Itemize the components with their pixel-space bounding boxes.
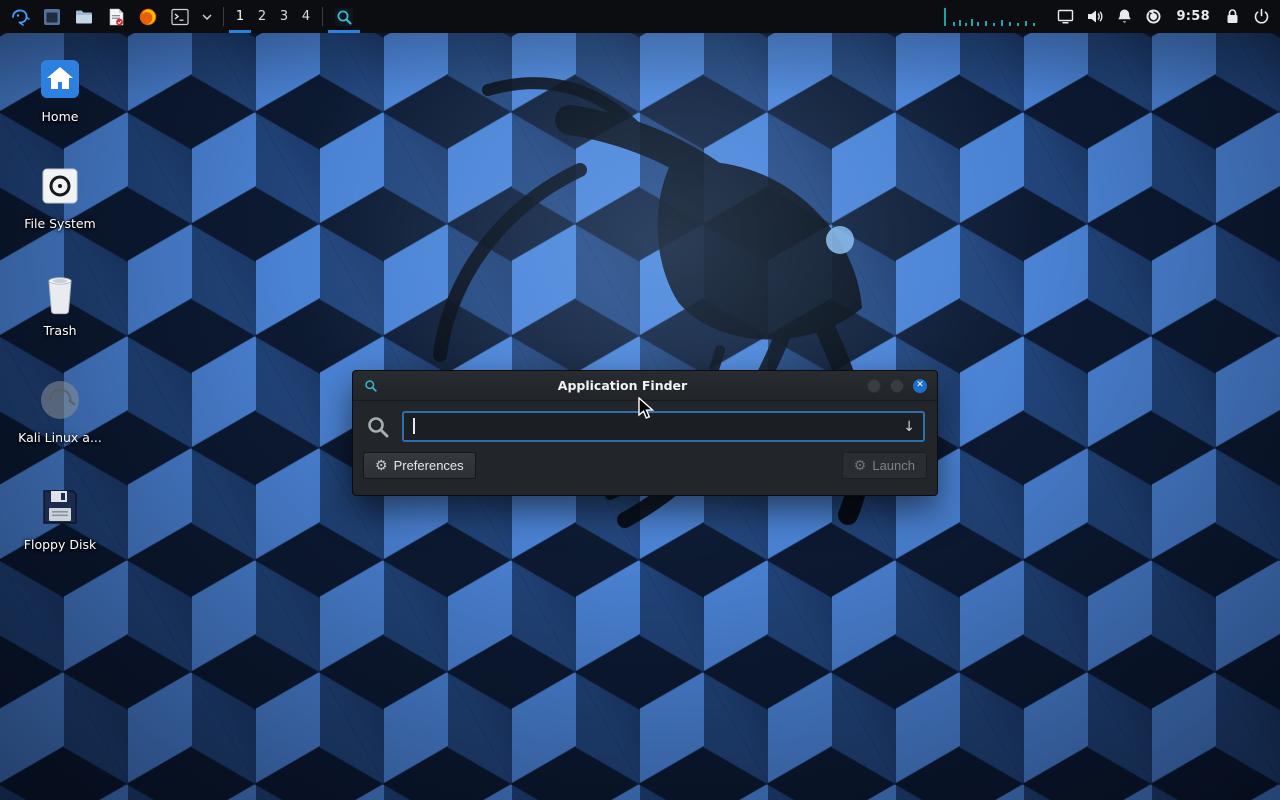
speaker-icon bbox=[1086, 8, 1104, 25]
desktop-icon-label: Kali Linux a... bbox=[4, 430, 116, 445]
desktop-icon-home[interactable]: Home bbox=[4, 55, 116, 124]
workspace-3[interactable]: 3 bbox=[273, 0, 295, 33]
desktop-icon-trash[interactable]: Trash bbox=[4, 269, 116, 338]
kali-logo-icon bbox=[10, 7, 30, 27]
drive-icon bbox=[39, 165, 81, 207]
update-refresh-icon bbox=[1145, 8, 1162, 25]
close-button[interactable]: ✕ bbox=[913, 379, 927, 393]
search-icon bbox=[334, 7, 354, 27]
launcher-file-manager[interactable] bbox=[68, 0, 100, 33]
window-title: Application Finder bbox=[378, 378, 867, 393]
launch-gear-icon: ⚙ bbox=[854, 457, 867, 474]
maximize-button[interactable] bbox=[890, 379, 904, 393]
desktop-icon-floppy-disk[interactable]: Floppy Disk bbox=[4, 483, 116, 552]
window-icon bbox=[42, 7, 62, 27]
kali-docs-icon bbox=[38, 378, 82, 422]
window-search-icon bbox=[363, 378, 378, 393]
launch-label: Launch bbox=[872, 458, 915, 473]
updates-tray[interactable] bbox=[1139, 0, 1168, 33]
display-icon bbox=[1057, 8, 1074, 25]
logout-button[interactable] bbox=[1247, 0, 1276, 33]
kali-menu-button[interactable] bbox=[4, 0, 36, 33]
desktop-icon-label: File System bbox=[4, 216, 116, 231]
mouse-cursor bbox=[637, 397, 659, 421]
search-icon bbox=[365, 414, 391, 440]
launch-button[interactable]: ⚙ Launch bbox=[842, 452, 927, 479]
launcher-firefox[interactable] bbox=[132, 0, 164, 33]
desktop-icon-kali-docs[interactable]: Kali Linux a... bbox=[4, 376, 116, 445]
lock-screen-button[interactable] bbox=[1218, 0, 1247, 33]
workspace-2[interactable]: 2 bbox=[251, 0, 273, 33]
desktop-icon-label: Trash bbox=[4, 323, 116, 338]
folder-icon bbox=[74, 7, 94, 27]
system-monitor-graph[interactable] bbox=[935, 0, 1051, 33]
desktop-icon-label: Floppy Disk bbox=[4, 537, 116, 552]
workspace-4[interactable]: 4 bbox=[295, 0, 317, 33]
desktop-icon-label: Home bbox=[4, 109, 116, 124]
minimize-button[interactable] bbox=[867, 379, 881, 393]
cpu-graph-icon bbox=[941, 7, 1045, 27]
application-finder-window: Application Finder ✕ ↓ ⚙ Preferences ⚙ L… bbox=[352, 370, 938, 496]
chevron-down-icon bbox=[202, 13, 212, 21]
launcher-terminal[interactable] bbox=[164, 0, 196, 33]
terminal-icon bbox=[170, 7, 190, 27]
firefox-icon bbox=[138, 7, 158, 27]
bell-icon bbox=[1116, 8, 1133, 25]
launcher-text-editor[interactable] bbox=[100, 0, 132, 33]
panel-separator bbox=[223, 7, 224, 26]
preferences-button[interactable]: ⚙ Preferences bbox=[363, 452, 476, 479]
display-settings-tray[interactable] bbox=[1051, 0, 1080, 33]
clock[interactable]: 9:58 bbox=[1168, 0, 1218, 33]
search-field-container: ↓ bbox=[402, 411, 925, 442]
notifications-tray[interactable] bbox=[1110, 0, 1139, 33]
text-editor-icon bbox=[106, 7, 126, 27]
text-caret bbox=[413, 418, 415, 434]
preferences-label: Preferences bbox=[394, 458, 464, 473]
dropdown-arrow-icon[interactable]: ↓ bbox=[897, 419, 915, 435]
volume-tray[interactable] bbox=[1080, 0, 1110, 33]
lock-icon bbox=[1224, 8, 1241, 25]
panel-spacer bbox=[360, 0, 935, 33]
panel-separator bbox=[322, 7, 323, 26]
gear-icon: ⚙ bbox=[375, 457, 388, 474]
taskbar-application-finder[interactable] bbox=[328, 0, 360, 33]
desktop-icon-file-system[interactable]: File System bbox=[4, 162, 116, 231]
search-input[interactable] bbox=[412, 419, 897, 434]
floppy-icon bbox=[39, 486, 81, 528]
close-icon: ✕ bbox=[916, 381, 924, 390]
top-panel: 1 2 3 4 bbox=[0, 0, 1280, 33]
home-icon bbox=[38, 57, 82, 101]
trash-icon bbox=[40, 271, 80, 315]
terminal-dropdown-button[interactable] bbox=[196, 0, 218, 33]
power-icon bbox=[1253, 8, 1270, 25]
workspace-1[interactable]: 1 bbox=[229, 0, 251, 33]
launcher-window-manager[interactable] bbox=[36, 0, 68, 33]
